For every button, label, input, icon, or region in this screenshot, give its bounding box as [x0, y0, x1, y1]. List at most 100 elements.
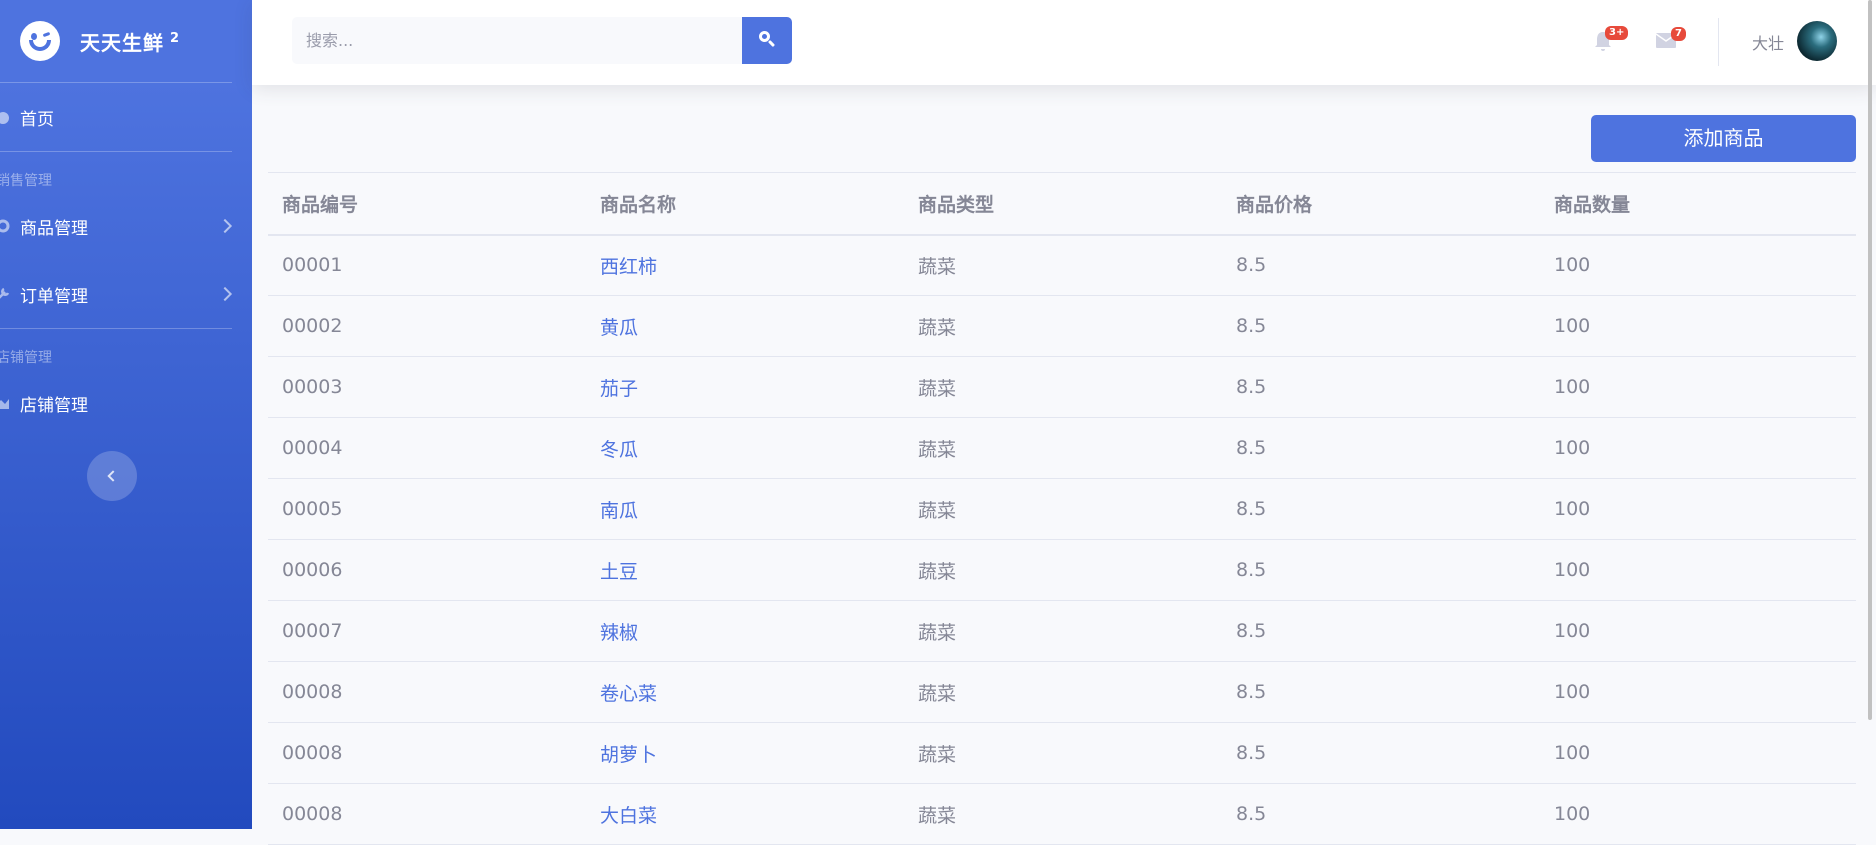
table-row: 00001 西红柿 蔬菜 8.5 100: [268, 234, 1856, 296]
product-name-link[interactable]: 胡萝卜: [586, 722, 904, 784]
chevron-right-icon: [217, 286, 233, 302]
table-cell: 蔬菜: [904, 295, 1222, 357]
user-name[interactable]: 大壮: [1752, 30, 1784, 54]
product-name-link[interactable]: 冬瓜: [586, 417, 904, 479]
table-cell: 100: [1540, 661, 1856, 723]
table-cell: 00002: [268, 295, 586, 357]
dashboard-icon: [0, 112, 9, 124]
product-name-link[interactable]: 西红柿: [586, 234, 904, 296]
table-cell: 8.5: [1222, 600, 1540, 662]
column-header: 商品类型: [904, 172, 1222, 236]
table-cell: 100: [1540, 295, 1856, 357]
sidebar-toggle-button[interactable]: [87, 451, 137, 501]
search-input[interactable]: [292, 17, 742, 64]
table-cell: 00004: [268, 417, 586, 479]
table-cell: 蔬菜: [904, 600, 1222, 662]
brand[interactable]: 天天生鲜 2: [0, 0, 252, 82]
scrollbar[interactable]: [1868, 0, 1872, 720]
table-cell: 8.5: [1222, 234, 1540, 296]
chevron-right-icon: [217, 218, 233, 234]
column-header: 商品名称: [586, 172, 904, 236]
product-name-link[interactable]: 黄瓜: [586, 295, 904, 357]
sidebar-heading-sales: 销售管理: [0, 173, 52, 189]
table-row: 00003 茄子 蔬菜 8.5 100: [268, 356, 1856, 418]
alerts-badge: 3+: [1605, 26, 1629, 40]
table-cell: 8.5: [1222, 295, 1540, 357]
table-cell: 00007: [268, 600, 586, 662]
table-cell: 100: [1540, 356, 1856, 418]
product-name-link[interactable]: 卷心菜: [586, 661, 904, 723]
table-cell: 100: [1540, 600, 1856, 662]
table-cell: 00008: [268, 783, 586, 845]
table-cell: 8.5: [1222, 356, 1540, 418]
table-row: 00008 大白菜 蔬菜 8.5 100: [268, 783, 1856, 845]
product-name-link[interactable]: 大白菜: [586, 783, 904, 845]
table-cell: 8.5: [1222, 783, 1540, 845]
table-cell: 100: [1540, 539, 1856, 601]
table-cell: 00005: [268, 478, 586, 540]
table-row: 00004 冬瓜 蔬菜 8.5 100: [268, 417, 1856, 479]
avatar[interactable]: [1797, 21, 1837, 61]
add-product-button[interactable]: 添加商品: [1591, 115, 1856, 162]
brand-sup: 2: [170, 30, 181, 46]
table-cell: 蔬菜: [904, 234, 1222, 296]
sidebar-item-orders[interactable]: 订单管理: [0, 260, 252, 328]
product-name-link[interactable]: 辣椒: [586, 600, 904, 662]
table-row: 00006 土豆 蔬菜 8.5 100: [268, 539, 1856, 601]
wrench-icon: [0, 287, 10, 299]
table-cell: 8.5: [1222, 417, 1540, 479]
sidebar-heading-store: 店铺管理: [0, 350, 52, 366]
products-table: 商品编号 商品名称 商品类型 商品价格 商品数量 00001 西红柿 蔬菜 8.5 10…: [268, 172, 1856, 845]
search-button[interactable]: [742, 17, 792, 64]
chart-area-icon: [0, 399, 9, 409]
table-cell: 100: [1540, 783, 1856, 845]
table-cell: 蔬菜: [904, 356, 1222, 418]
table-cell: 00006: [268, 539, 586, 601]
table-row: 00005 南瓜 蔬菜 8.5 100: [268, 478, 1856, 540]
table-cell: 蔬菜: [904, 417, 1222, 479]
column-header: 商品数量: [1540, 172, 1856, 236]
table-cell: 100: [1540, 722, 1856, 784]
sidebar-item-products[interactable]: 商品管理: [0, 192, 252, 260]
sidebar-item-label: 店铺管理: [20, 395, 88, 416]
table-cell: 蔬菜: [904, 539, 1222, 601]
sidebar-item-home[interactable]: 首页: [0, 83, 252, 151]
table-cell: 100: [1540, 417, 1856, 479]
table-row: 00008 卷心菜 蔬菜 8.5 100: [268, 661, 1856, 723]
table-cell: 00003: [268, 356, 586, 418]
table-cell: 蔬菜: [904, 478, 1222, 540]
table-cell: 8.5: [1222, 478, 1540, 540]
sidebar: 天天生鲜 2 首页 销售管理 商品管理 订单管理 店铺管理 店铺管理: [0, 0, 252, 829]
column-header: 商品价格: [1222, 172, 1540, 236]
table-cell: 100: [1540, 478, 1856, 540]
product-name-link[interactable]: 土豆: [586, 539, 904, 601]
messages-button[interactable]: 7: [1655, 27, 1686, 49]
brand-name: 天天生鲜 2: [80, 30, 181, 55]
table-cell: 8.5: [1222, 722, 1540, 784]
table-header-row: 商品编号 商品名称 商品类型 商品价格 商品数量: [268, 172, 1856, 236]
alerts-button[interactable]: 3+: [1592, 26, 1629, 52]
sidebar-item-label: 订单管理: [20, 286, 88, 307]
messages-badge: 7: [1671, 27, 1686, 41]
table-cell: 00008: [268, 661, 586, 723]
table-cell: 蔬菜: [904, 783, 1222, 845]
table-row: 00002 黄瓜 蔬菜 8.5 100: [268, 295, 1856, 357]
search-form: [292, 17, 792, 64]
sidebar-item-label: 商品管理: [20, 218, 88, 239]
column-header: 商品编号: [268, 172, 586, 236]
sidebar-item-store[interactable]: 店铺管理: [0, 369, 252, 437]
table-cell: 蔬菜: [904, 661, 1222, 723]
table-cell: 00008: [268, 722, 586, 784]
laughing-face-icon: [20, 21, 60, 61]
sidebar-item-label: 首页: [20, 109, 54, 130]
table-cell: 蔬菜: [904, 722, 1222, 784]
table-cell: 8.5: [1222, 539, 1540, 601]
gear-icon: [0, 219, 10, 233]
topbar: 3+ 7 大壮: [252, 0, 1876, 85]
topbar-divider: [1718, 18, 1719, 66]
product-name-link[interactable]: 南瓜: [586, 478, 904, 540]
table-cell: 00001: [268, 234, 586, 296]
table-row: 00007 辣椒 蔬菜 8.5 100: [268, 600, 1856, 662]
table-cell: 100: [1540, 234, 1856, 296]
product-name-link[interactable]: 茄子: [586, 356, 904, 418]
